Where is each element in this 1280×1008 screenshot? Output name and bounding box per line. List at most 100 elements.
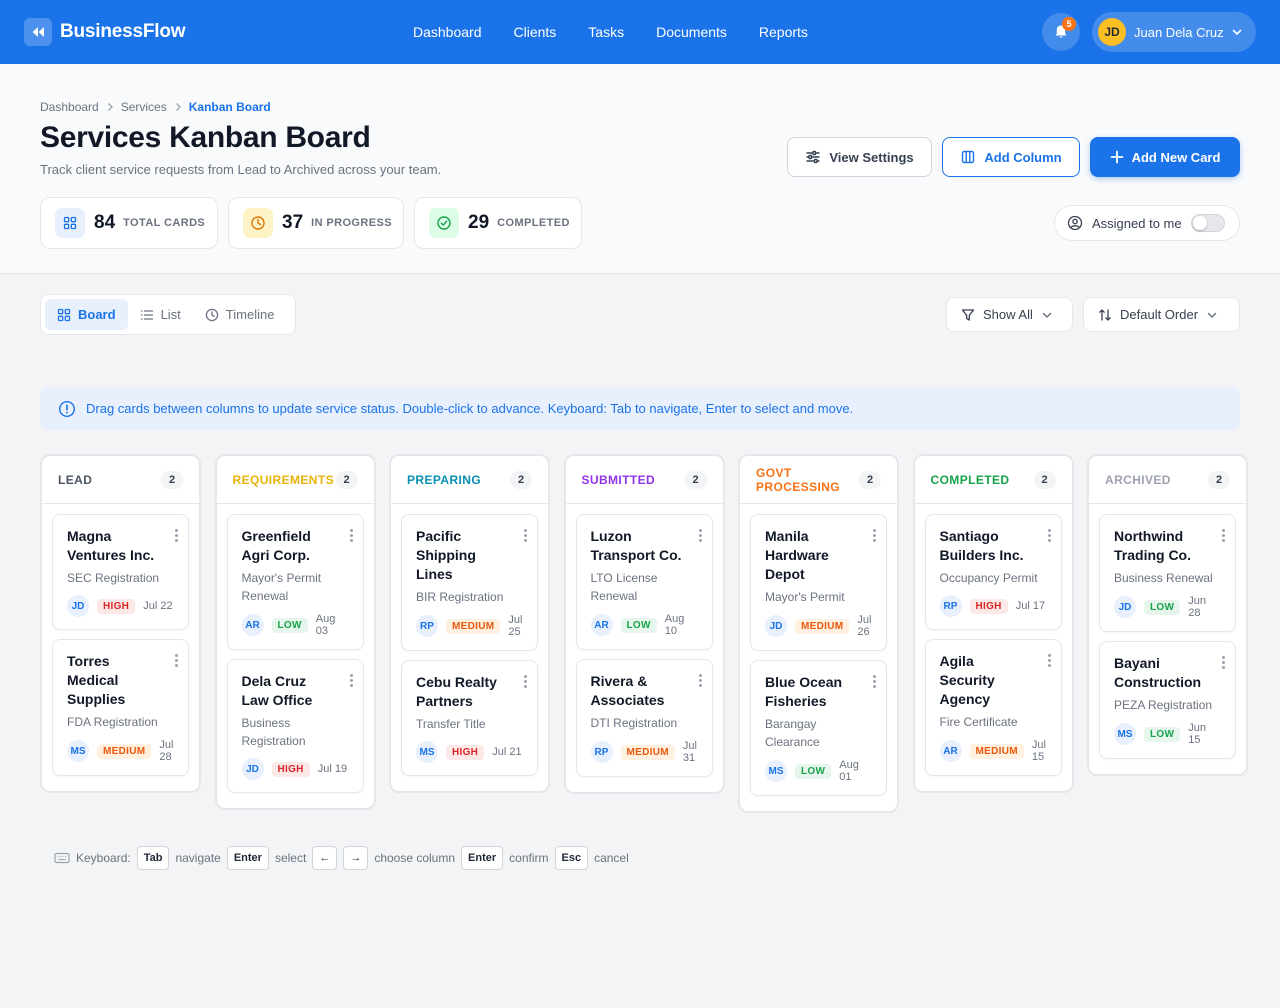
service-card[interactable]: Luzon Transport Co. LTO License Renewal AR… <box>575 514 713 650</box>
more-vertical-icon[interactable] <box>698 674 702 687</box>
nav-documents[interactable]: Documents <box>640 24 743 40</box>
more-vertical-icon[interactable] <box>1222 529 1225 542</box>
service-card[interactable]: Santiago Builders Inc. Occupancy Permit RP… <box>924 514 1062 630</box>
show-filter-dropdown[interactable]: Show All <box>946 297 1073 332</box>
tab-list[interactable]: List <box>128 299 193 330</box>
breadcrumb-services[interactable]: Services <box>121 100 167 114</box>
card-title: Pacific Shipping Lines <box>416 528 476 582</box>
service-card[interactable]: Bayani Construction PEZA Registration MS LO… <box>1099 641 1236 759</box>
user-menu[interactable]: JD Juan Dela Cruz <box>1092 12 1256 52</box>
service-card[interactable]: Blue Ocean Fisheries Barangay Clearance MS… <box>750 660 887 796</box>
priority-badge: MEDIUM <box>446 618 501 634</box>
nav-reports[interactable]: Reports <box>743 24 824 40</box>
key-left: ← <box>312 846 338 870</box>
column-count-badge: 2 <box>161 470 183 489</box>
more-vertical-icon[interactable] <box>873 675 876 688</box>
more-vertical-icon[interactable] <box>873 529 876 542</box>
service-card[interactable]: Manila Hardware Depot Mayor's Permit JD MED… <box>750 514 887 651</box>
column-preparing[interactable]: PREPARING 2 Pacific Shipping Lines BIR Regi… <box>389 454 550 793</box>
card-title: Greenfield Agri Corp. <box>241 528 311 563</box>
card-title: Manila Hardware Depot <box>765 528 829 582</box>
card-service: PEZA Registration <box>1114 698 1213 712</box>
due-date: Jul 19 <box>317 763 348 775</box>
nav-clients[interactable]: Clients <box>498 24 573 40</box>
brand[interactable]: BusinessFlow <box>24 18 186 46</box>
card-title: Agila Security Agency <box>939 653 995 707</box>
nav-tasks[interactable]: Tasks <box>572 24 640 40</box>
priority-badge: LOW <box>795 763 832 779</box>
card-title: Torres Medical Supplies <box>67 653 126 707</box>
grid-icon <box>55 208 85 238</box>
card-service: Occupancy Permit <box>939 571 1038 585</box>
column-header: SUBMITTED 2 <box>565 456 723 504</box>
add-new-card-button[interactable]: Add New Card <box>1090 137 1240 177</box>
more-vertical-icon[interactable] <box>1047 654 1051 667</box>
column-header: LEAD 2 <box>42 456 199 504</box>
grid-icon <box>57 308 71 321</box>
more-vertical-icon[interactable] <box>175 654 178 667</box>
main-nav: Dashboard Clients Tasks Documents Report… <box>397 0 824 64</box>
service-card[interactable]: Dela Cruz Law Office Business Registratio… <box>226 659 364 793</box>
card-title: Luzon Transport Co. <box>590 528 682 563</box>
card-title: Dela Cruz Law Office <box>241 673 313 708</box>
more-vertical-icon[interactable] <box>349 674 353 687</box>
card-footer: AR LOW Aug 03 <box>241 613 349 637</box>
service-card[interactable]: Magna Ventures Inc. SEC Registration JD HIG… <box>52 514 189 630</box>
tab-timeline[interactable]: Timeline <box>193 299 287 330</box>
add-column-label: Add Column <box>984 149 1062 165</box>
assignee-avatar: JD <box>241 758 264 780</box>
more-vertical-icon[interactable] <box>1222 656 1225 669</box>
column-govt-processing[interactable]: GOVT PROCESSING 2 Manila Hardware Depot May… <box>738 454 899 813</box>
more-vertical-icon[interactable] <box>1047 529 1051 542</box>
service-card[interactable]: Torres Medical Supplies FDA Registration M… <box>52 639 189 776</box>
notifications-button[interactable]: 5 <box>1042 13 1080 51</box>
column-archived[interactable]: ARCHIVED 2 Northwind Trading Co. Business R… <box>1087 454 1248 776</box>
service-card[interactable]: Northwind Trading Co. Business Renewal JD L… <box>1099 514 1236 632</box>
card-service: Fire Certificate <box>939 715 1018 729</box>
chevron-right-icon <box>106 102 114 112</box>
more-vertical-icon[interactable] <box>698 529 702 542</box>
column-requirements[interactable]: REQUIREMENTS 2 Greenfield Agri Corp. Mayor'… <box>214 454 376 810</box>
due-date: Aug 10 <box>664 613 685 637</box>
user-name: Juan Dela Cruz <box>1134 24 1224 40</box>
toggle-switch[interactable] <box>1190 214 1225 232</box>
brand-name: BusinessFlow <box>60 21 186 42</box>
view-settings-button[interactable]: View Settings <box>787 137 932 177</box>
service-card[interactable]: Pacific Shipping Lines BIR Registration RP… <box>401 514 538 651</box>
stat-label: IN PROGRESS <box>311 217 392 229</box>
due-date: Jul 17 <box>1015 600 1046 612</box>
info-icon <box>58 400 76 417</box>
column-count-badge: 2 <box>335 470 358 489</box>
service-card[interactable]: Agila Security Agency Fire Certificate AR M… <box>924 639 1062 776</box>
tab-timeline-label: Timeline <box>225 307 275 322</box>
column-count-badge: 2 <box>1208 470 1230 489</box>
key-esc: Esc <box>554 846 589 870</box>
column-completed[interactable]: COMPLETED 2 Santiago Builders Inc. Occupanc… <box>912 454 1074 793</box>
more-vertical-icon[interactable] <box>524 675 527 688</box>
keyboard-legend: Keyboard: Tab navigate Enter select ← → … <box>54 846 629 870</box>
stat-total-cards: 84 TOTAL CARDS <box>40 197 218 249</box>
column-title: LEAD <box>58 472 93 487</box>
tab-board[interactable]: Board <box>45 299 128 330</box>
more-vertical-icon[interactable] <box>349 529 353 542</box>
service-card[interactable]: Greenfield Agri Corp. Mayor's Permit Rene… <box>226 514 364 650</box>
service-card[interactable]: Rivera & Associates DTI Registration RP MED… <box>575 659 713 777</box>
service-card[interactable]: Cebu Realty Partners Transfer Title MS HIGH… <box>401 660 538 776</box>
keyboard-label: Keyboard: <box>76 851 131 865</box>
order-dropdown[interactable]: Default Order <box>1083 297 1240 332</box>
more-vertical-icon[interactable] <box>524 529 527 542</box>
card-service: Mayor's Permit <box>765 590 845 604</box>
assignee-avatar: MS <box>1114 723 1136 745</box>
breadcrumb-dashboard[interactable]: Dashboard <box>40 100 99 114</box>
column-lead[interactable]: LEAD 2 Magna Ventures Inc. SEC Registration… <box>40 454 201 793</box>
card-service: Transfer Title <box>416 717 486 731</box>
chevron-down-icon <box>1042 312 1052 318</box>
page-header: Dashboard Services Kanban Board Services… <box>0 64 1280 274</box>
stat-label: COMPLETED <box>497 217 570 229</box>
add-column-button[interactable]: Add Column <box>942 137 1080 177</box>
column-submitted[interactable]: SUBMITTED 2 Luzon Transport Co. LTO License… <box>563 454 725 794</box>
priority-badge: HIGH <box>969 598 1008 614</box>
nav-dashboard[interactable]: Dashboard <box>397 24 498 40</box>
assigned-to-me-toggle[interactable]: Assigned to me <box>1054 205 1240 241</box>
more-vertical-icon[interactable] <box>175 529 178 542</box>
